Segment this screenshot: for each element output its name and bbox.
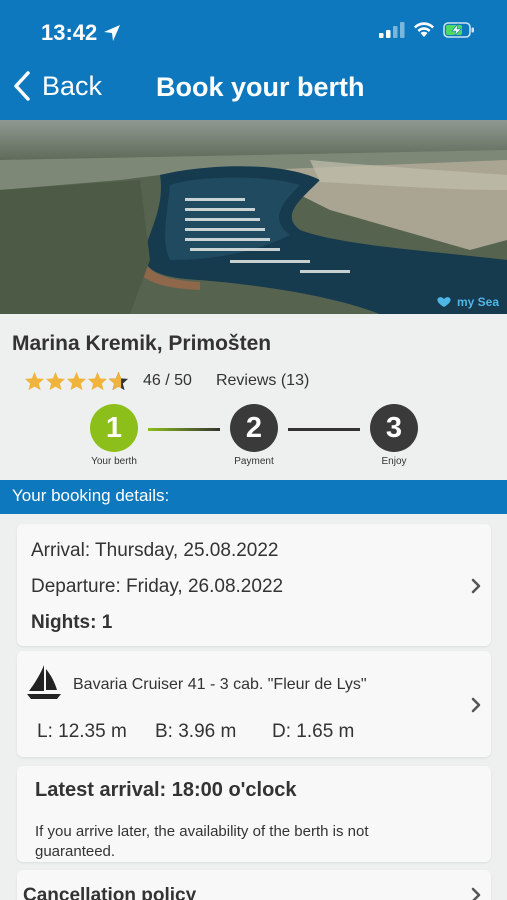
latest-arrival-card: Latest arrival: 18:00 o'clock If you arr… bbox=[17, 766, 491, 862]
step-3-circle: 3 bbox=[370, 404, 418, 452]
boat-draft: D: 1.65 m bbox=[272, 721, 355, 742]
mysea-logo: my Sea bbox=[435, 295, 499, 309]
rating-score: 46 / 50 bbox=[143, 372, 192, 389]
chevron-right-icon bbox=[471, 887, 481, 900]
arrival-date: Arrival: Thursday, 25.08.2022 bbox=[31, 540, 279, 561]
wifi-icon bbox=[414, 22, 434, 37]
step-2-label: Payment bbox=[234, 456, 274, 467]
step-2-circle: 2 bbox=[230, 404, 278, 452]
star-icon bbox=[45, 371, 66, 391]
app-header: 13:42 Back Book your berth bbox=[0, 0, 507, 120]
chevron-right-icon bbox=[471, 697, 481, 713]
sailboat-icon bbox=[27, 665, 61, 699]
cancellation-card[interactable]: Cancellation policy bbox=[17, 870, 491, 900]
step-1-circle: 1 bbox=[90, 404, 138, 452]
step-connector bbox=[148, 428, 220, 431]
star-rating bbox=[24, 371, 129, 391]
marina-aerial-photo: my Sea bbox=[0, 120, 507, 314]
step-connector bbox=[288, 428, 360, 431]
nights-count: Nights: 1 bbox=[31, 612, 113, 633]
booking-details-header: Your booking details: bbox=[0, 480, 507, 514]
rating-row: 46 / 50 Reviews (13) bbox=[24, 369, 309, 393]
booking-progress: 1 2 3 Your berth Payment Enjoy bbox=[0, 404, 507, 470]
star-icon bbox=[66, 371, 87, 391]
location-arrow-icon bbox=[104, 25, 121, 41]
battery-charging-icon bbox=[443, 22, 474, 38]
departure-date: Departure: Friday, 26.08.2022 bbox=[31, 576, 284, 597]
star-icon bbox=[24, 371, 45, 391]
heart-logo-icon bbox=[437, 297, 451, 307]
status-time: 13:42 bbox=[41, 20, 121, 46]
chevron-left-icon bbox=[14, 71, 30, 101]
boat-length: L: 12.35 m bbox=[37, 721, 127, 742]
back-button[interactable]: Back bbox=[12, 70, 102, 102]
reviews-link[interactable]: Reviews (13) bbox=[216, 372, 309, 390]
boat-name: Bavaria Cruiser 41 - 3 cab. "Fleur de Ly… bbox=[73, 676, 367, 693]
cancellation-title: Cancellation policy bbox=[23, 885, 197, 900]
step-3-label: Enjoy bbox=[381, 456, 407, 467]
status-time-text: 13:42 bbox=[41, 20, 98, 45]
dates-card[interactable]: Arrival: Thursday, 25.08.2022 Departure:… bbox=[17, 524, 491, 646]
marina-name: Marina Kremik, Primošten bbox=[12, 332, 272, 355]
star-partial-icon bbox=[108, 371, 129, 391]
boat-card[interactable]: Bavaria Cruiser 41 - 3 cab. "Fleur de Ly… bbox=[17, 651, 491, 757]
boat-beam: B: 3.96 m bbox=[155, 721, 237, 742]
star-icon bbox=[87, 371, 108, 391]
chevron-right-icon bbox=[471, 578, 481, 594]
back-label: Back bbox=[42, 70, 103, 101]
mysea-logo-text: my Sea bbox=[456, 295, 499, 309]
status-icons bbox=[379, 22, 475, 38]
signal-icon bbox=[379, 22, 405, 38]
step-1-label: Your berth bbox=[91, 456, 137, 467]
page-title: Book your berth bbox=[156, 72, 365, 102]
latest-arrival-title: Latest arrival: 18:00 o'clock bbox=[35, 779, 297, 801]
latest-arrival-note: If you arrive later, the availability of… bbox=[35, 823, 369, 860]
